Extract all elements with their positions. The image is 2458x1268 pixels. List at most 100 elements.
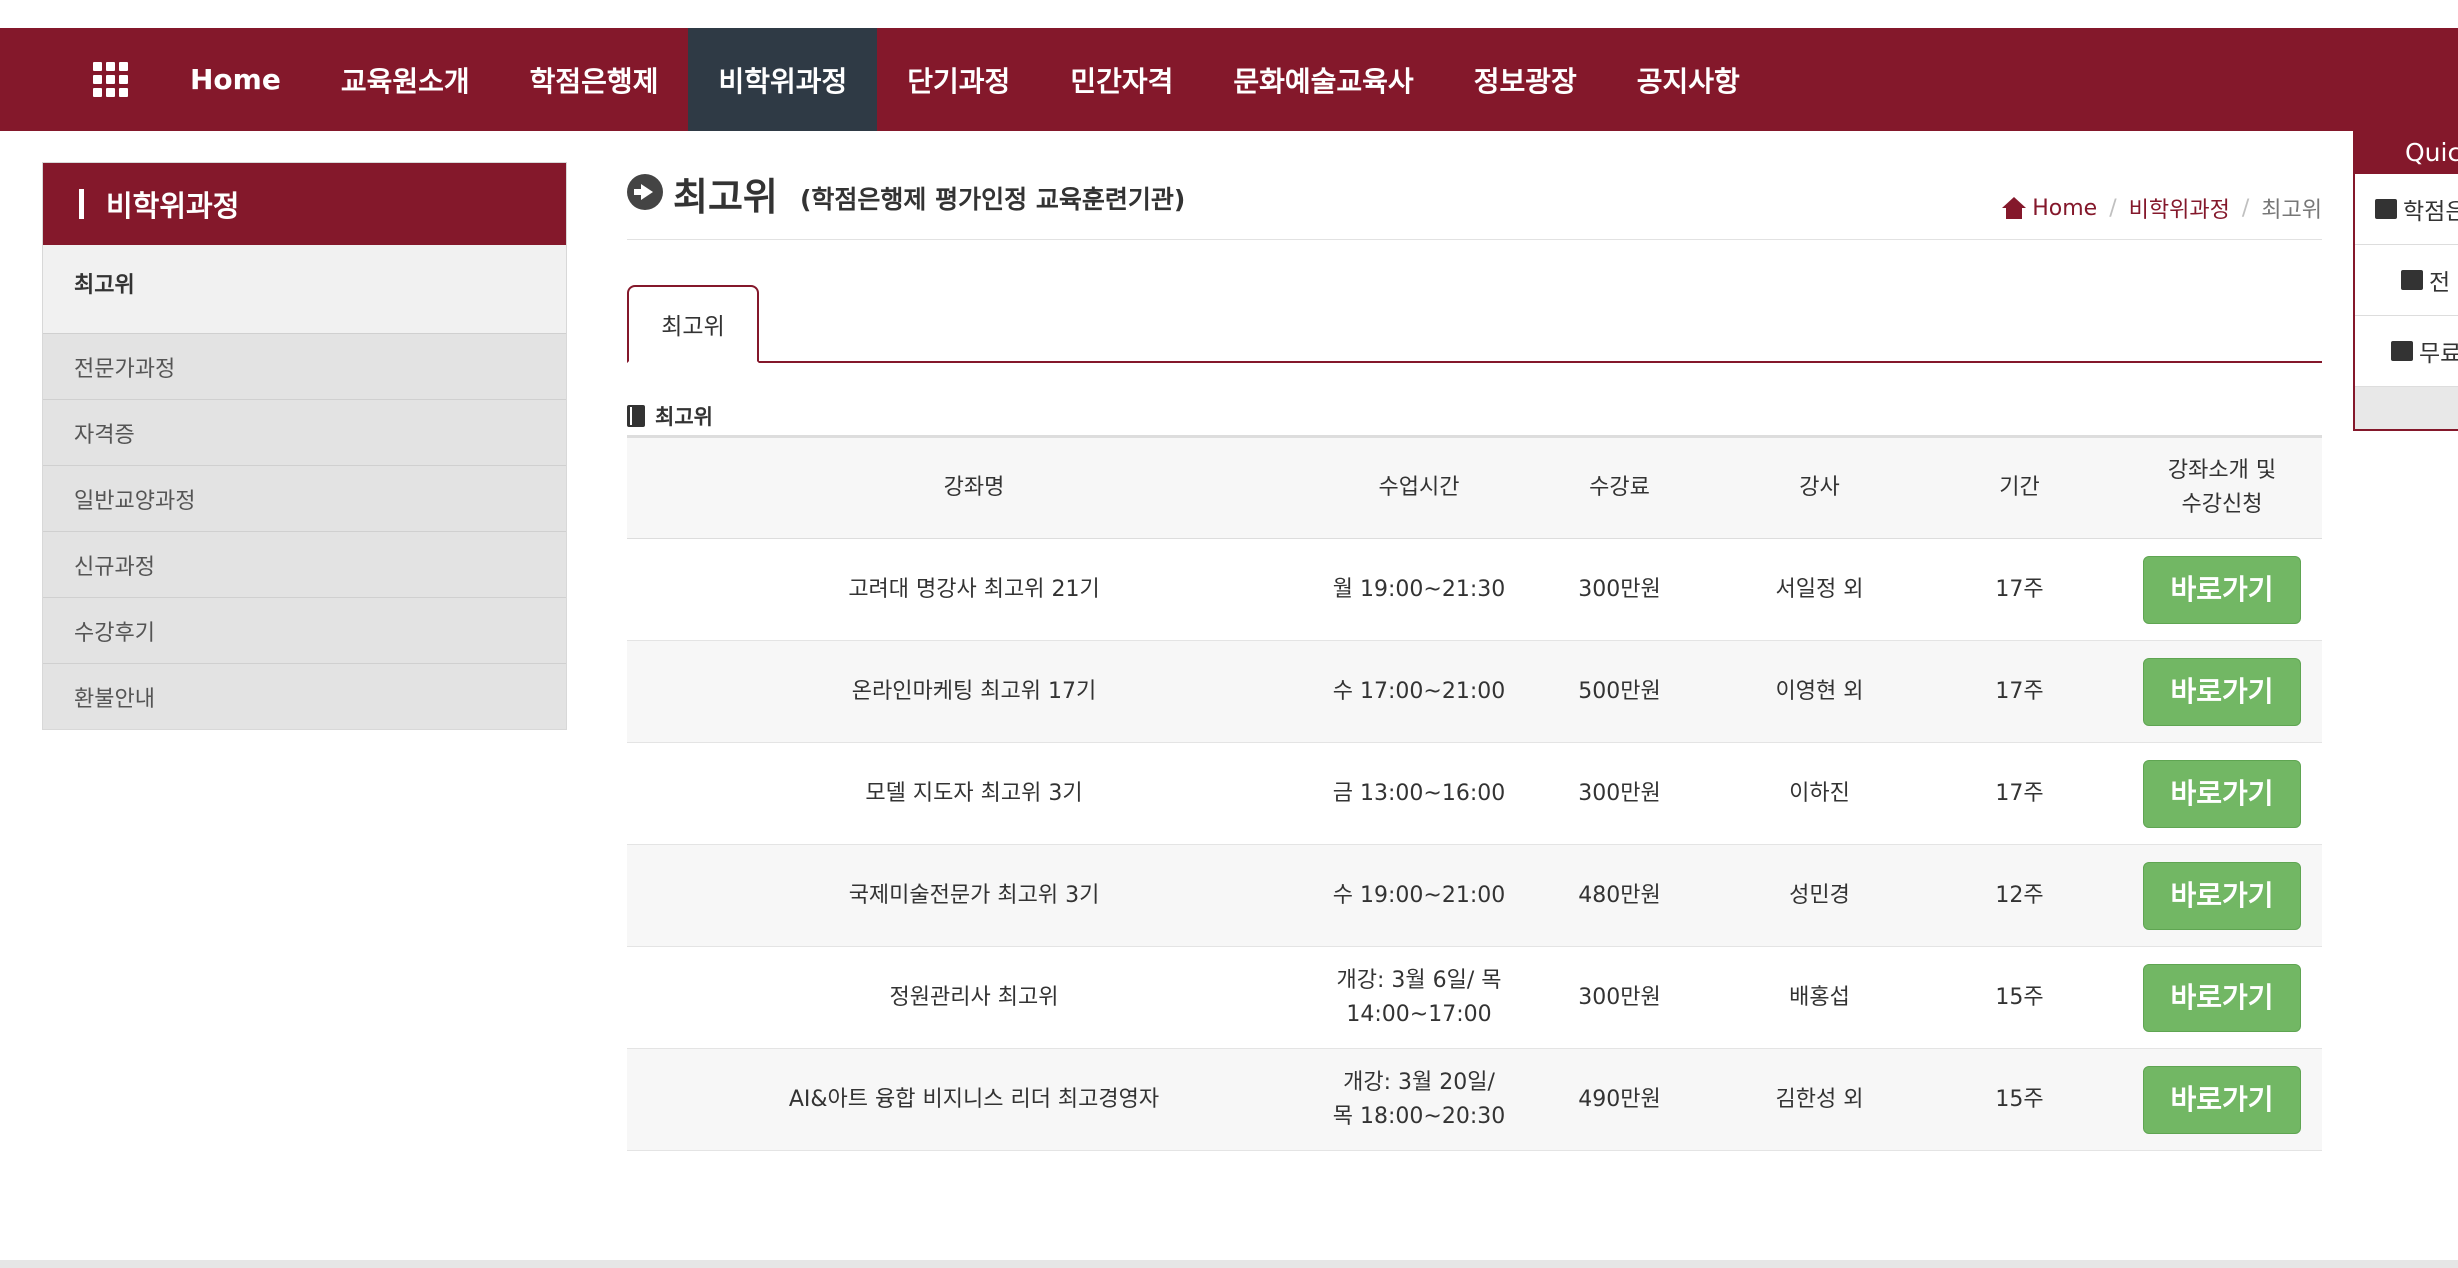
- breadcrumb-section[interactable]: 비학위과정: [2129, 192, 2230, 224]
- table-header-row: 강좌명 수업시간 수강료 강사 기간 강좌소개 및 수강신청: [627, 436, 2322, 539]
- breadcrumb: Home / 비학위과정 / 최고위: [2002, 192, 2322, 224]
- course-fee: 300만원: [1517, 742, 1722, 845]
- home-icon[interactable]: [2002, 197, 2027, 219]
- table-row: 온라인마케팅 최고위 17기 수 17:00~21:00 500만원 이영현 외…: [627, 640, 2322, 743]
- breadcrumb-separator: /: [2109, 195, 2117, 221]
- sidebar-item-refund[interactable]: 환불안내: [43, 663, 566, 729]
- course-fee: 500만원: [1517, 640, 1722, 743]
- course-fee: 300만원: [1517, 946, 1722, 1049]
- quick-menu-footer[interactable]: [2355, 387, 2458, 429]
- quick-item-credit[interactable]: 학점은: [2355, 174, 2458, 245]
- sidebar-item-new[interactable]: 신규과정: [43, 531, 566, 597]
- go-button[interactable]: 바로가기: [2143, 657, 2301, 726]
- calendar-icon: [2375, 199, 2397, 219]
- course-table: 강좌명 수업시간 수강료 강사 기간 강좌소개 및 수강신청 고려대 명강사 최…: [627, 435, 2322, 1151]
- sidebar-item-certificate[interactable]: 자격증: [43, 399, 566, 465]
- sidebar: 비학위과정 최고위 전문가과정 자격증 일반교양과정 신규과정 수강후기 환불안…: [42, 162, 567, 730]
- course-period: 17주: [1917, 538, 2122, 641]
- section-heading: 최고위: [627, 401, 2322, 431]
- sidebar-item-expert[interactable]: 전문가과정: [43, 333, 566, 399]
- quick-item-label: 전: [2429, 270, 2451, 296]
- nav-item-info-plaza[interactable]: 정보광장: [1444, 28, 1607, 131]
- go-button[interactable]: 바로가기: [2143, 759, 2301, 828]
- table-row: AI&아트 융합 비지니스 리더 최고경영자 개강: 3월 20일/ 목 18:…: [627, 1048, 2322, 1151]
- go-button[interactable]: 바로가기: [2143, 963, 2301, 1032]
- header-period: 기간: [1917, 436, 2122, 539]
- main-content: 최고위 (학점은행제 평가인정 교육훈련기관) Home / 비학위과정 / 최…: [627, 162, 2322, 1151]
- course-instructor: 성민경: [1722, 844, 1917, 947]
- course-time: 금 13:00~16:00: [1321, 742, 1517, 845]
- course-action-cell: 바로가기: [2122, 538, 2322, 641]
- course-fee: 480만원: [1517, 844, 1722, 947]
- course-time: 월 19:00~21:30: [1321, 538, 1517, 641]
- tab-executive[interactable]: 최고위: [627, 285, 759, 363]
- sidebar-item-executive[interactable]: 최고위: [43, 245, 566, 333]
- course-period: 17주: [1917, 742, 2122, 845]
- course-instructor: 이영현 외: [1722, 640, 1917, 743]
- go-button[interactable]: 바로가기: [2143, 861, 2301, 930]
- breadcrumb-separator: /: [2241, 195, 2250, 221]
- course-action-cell: 바로가기: [2122, 1048, 2322, 1151]
- sidebar-item-reviews[interactable]: 수강후기: [43, 597, 566, 663]
- nav-item-home[interactable]: Home: [160, 28, 311, 131]
- page-subtitle: (학점은행제 평가인정 교육훈련기관): [800, 185, 1186, 214]
- sidebar-item-general[interactable]: 일반교양과정: [43, 465, 566, 531]
- course-time: 수 17:00~21:00: [1321, 640, 1517, 743]
- course-instructor: 이하진: [1722, 742, 1917, 845]
- nav-item-short-course[interactable]: 단기과정: [877, 28, 1040, 131]
- nav-item-non-degree[interactable]: 비학위과정: [688, 28, 878, 131]
- course-action-cell: 바로가기: [2122, 742, 2322, 845]
- header-instructor: 강사: [1722, 436, 1917, 539]
- folder-icon: [2391, 341, 2413, 361]
- course-instructor: 서일정 외: [1722, 538, 1917, 641]
- header-course-name: 강좌명: [627, 436, 1321, 539]
- quick-menu: Quic 학점은 전 무료: [2353, 131, 2458, 431]
- course-instructor: 배홍섭: [1722, 946, 1917, 1049]
- nav-item-arts-educator[interactable]: 문화예술교육사: [1203, 28, 1443, 131]
- cart-icon: [2401, 270, 2423, 290]
- quick-item-label: 학점은: [2403, 199, 2458, 225]
- page-title: 최고위: [673, 175, 778, 219]
- sidebar-header-bar: [79, 189, 84, 219]
- book-icon: [627, 405, 645, 427]
- quick-item-cart[interactable]: 전: [2355, 245, 2458, 316]
- nav-item-credit-bank[interactable]: 학점은행제: [500, 28, 689, 131]
- title-row: 최고위 (학점은행제 평가인정 교육훈련기관) Home / 비학위과정 / 최…: [627, 162, 2322, 240]
- table-row: 고려대 명강사 최고위 21기 월 19:00~21:30 300만원 서일정 …: [627, 538, 2322, 641]
- nav-item-notices[interactable]: 공지사항: [1607, 28, 1770, 131]
- course-name: 고려대 명강사 최고위 21기: [627, 538, 1321, 641]
- quick-menu-title: Quic: [2355, 131, 2458, 174]
- quick-item-label: 무료: [2419, 341, 2458, 367]
- course-instructor: 김한성 외: [1722, 1048, 1917, 1151]
- header-fee: 수강료: [1517, 436, 1722, 539]
- course-name: 모델 지도자 최고위 3기: [627, 742, 1321, 845]
- course-period: 12주: [1917, 844, 2122, 947]
- course-time: 개강: 3월 6일/ 목 14:00~17:00: [1321, 946, 1517, 1049]
- breadcrumb-home[interactable]: Home: [2032, 196, 2097, 221]
- header-class-time: 수업시간: [1321, 436, 1517, 539]
- course-period: 15주: [1917, 946, 2122, 1049]
- course-action-cell: 바로가기: [2122, 844, 2322, 947]
- course-time: 수 19:00~21:00: [1321, 844, 1517, 947]
- course-action-cell: 바로가기: [2122, 640, 2322, 743]
- nav-item-private-cert[interactable]: 민간자격: [1040, 28, 1203, 131]
- quick-item-free[interactable]: 무료: [2355, 316, 2458, 387]
- breadcrumb-current: 최고위: [2261, 198, 2322, 223]
- nav-item-about[interactable]: 교육원소개: [311, 28, 500, 131]
- arrow-circle-icon: [627, 174, 663, 210]
- go-button[interactable]: 바로가기: [2143, 1065, 2301, 1134]
- go-button[interactable]: 바로가기: [2143, 555, 2301, 624]
- table-row: 국제미술전문가 최고위 3기 수 19:00~21:00 480만원 성민경 1…: [627, 844, 2322, 947]
- grid-icon[interactable]: [60, 28, 160, 131]
- tab-bar: 최고위: [627, 285, 2322, 363]
- course-name: 국제미술전문가 최고위 3기: [627, 844, 1321, 947]
- table-row: 정원관리사 최고위 개강: 3월 6일/ 목 14:00~17:00 300만원…: [627, 946, 2322, 1049]
- course-name: AI&아트 융합 비지니스 리더 최고경영자: [627, 1048, 1321, 1151]
- top-strip: [0, 0, 2458, 28]
- course-name: 정원관리사 최고위: [627, 946, 1321, 1049]
- course-name: 온라인마케팅 최고위 17기: [627, 640, 1321, 743]
- sidebar-title: 비학위과정: [106, 189, 240, 223]
- main-nav: Home 교육원소개 학점은행제 비학위과정 단기과정 민간자격 문화예술교육사…: [0, 28, 2458, 131]
- sidebar-header: 비학위과정: [43, 163, 566, 245]
- course-fee: 300만원: [1517, 538, 1722, 641]
